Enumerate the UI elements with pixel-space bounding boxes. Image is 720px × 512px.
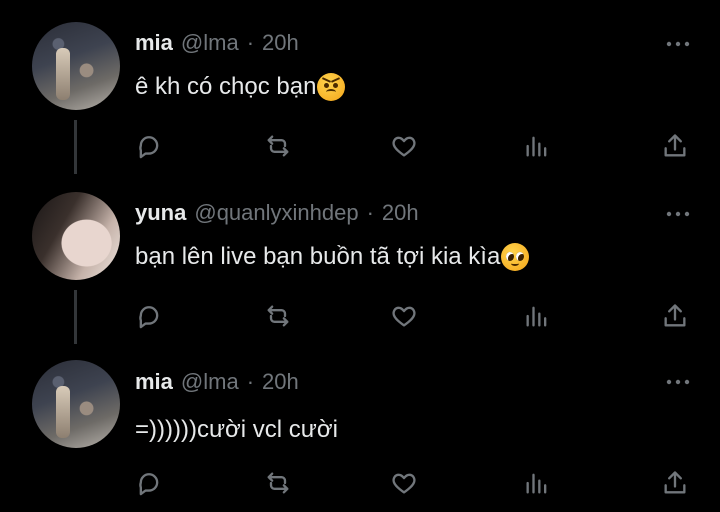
tweet-text: =))))))cười vcl cười: [135, 416, 338, 444]
author-handle[interactable]: @quanlyxinhdep: [194, 200, 358, 226]
more-horizontal-icon[interactable]: [666, 32, 690, 56]
views-icon[interactable]: [522, 468, 552, 498]
separator-dot: ·: [366, 200, 374, 225]
tweet-2[interactable]: yuna @quanlyxinhdep · 20h bạn lên live b…: [0, 170, 720, 344]
timestamp[interactable]: 20h: [262, 369, 299, 395]
share-icon[interactable]: [660, 301, 690, 331]
heart-icon[interactable]: [389, 468, 419, 498]
tweet-actions: [0, 131, 720, 161]
retweet-icon[interactable]: [263, 468, 293, 498]
tweet-header: mia @lma · 20h: [135, 29, 299, 57]
tweet-header: yuna @quanlyxinhdep · 20h: [135, 199, 419, 227]
retweet-icon[interactable]: [263, 301, 293, 331]
tweet-text-content: ê kh có chọc bạn: [135, 73, 317, 100]
author-handle[interactable]: @lma: [181, 30, 239, 56]
author-name[interactable]: mia: [135, 369, 173, 395]
reply-icon[interactable]: [134, 131, 164, 161]
avatar[interactable]: [32, 360, 120, 448]
views-icon[interactable]: [522, 301, 552, 331]
tweet-3[interactable]: mia @lma · 20h =))))))cười vcl cười: [0, 340, 720, 512]
views-icon[interactable]: [522, 131, 552, 161]
separator-dot: ·: [246, 30, 255, 55]
more-horizontal-icon[interactable]: [666, 370, 690, 394]
reply-icon[interactable]: [134, 468, 164, 498]
heart-icon[interactable]: [389, 131, 419, 161]
tweet-header: mia @lma · 20h: [135, 368, 299, 396]
reply-icon[interactable]: [134, 301, 164, 331]
author-name[interactable]: mia: [135, 30, 173, 56]
tweet-text: bạn lên live bạn buồn tã tợi kia kìa: [135, 243, 530, 271]
tweet-actions: [0, 301, 720, 331]
more-horizontal-icon[interactable]: [666, 202, 690, 226]
retweet-icon[interactable]: [263, 131, 293, 161]
tweet-actions: [0, 468, 720, 498]
avatar[interactable]: [32, 192, 120, 280]
angry-face-icon: [317, 73, 346, 101]
timestamp[interactable]: 20h: [262, 30, 299, 56]
pleading-face-icon: [501, 243, 530, 271]
timestamp[interactable]: 20h: [382, 200, 419, 226]
heart-icon[interactable]: [389, 301, 419, 331]
author-handle[interactable]: @lma: [181, 369, 239, 395]
tweet-text-content: bạn lên live bạn buồn tã tợi kia kìa: [135, 243, 501, 270]
author-name[interactable]: yuna: [135, 200, 186, 226]
tweet-1[interactable]: mia @lma · 20h ê kh có chọc bạn: [0, 0, 720, 174]
tweet-text-content: =))))))cười vcl cười: [135, 416, 338, 443]
tweet-text: ê kh có chọc bạn: [135, 73, 346, 101]
separator-dot: ·: [246, 369, 255, 394]
share-icon[interactable]: [660, 468, 690, 498]
share-icon[interactable]: [660, 131, 690, 161]
avatar[interactable]: [32, 22, 120, 110]
